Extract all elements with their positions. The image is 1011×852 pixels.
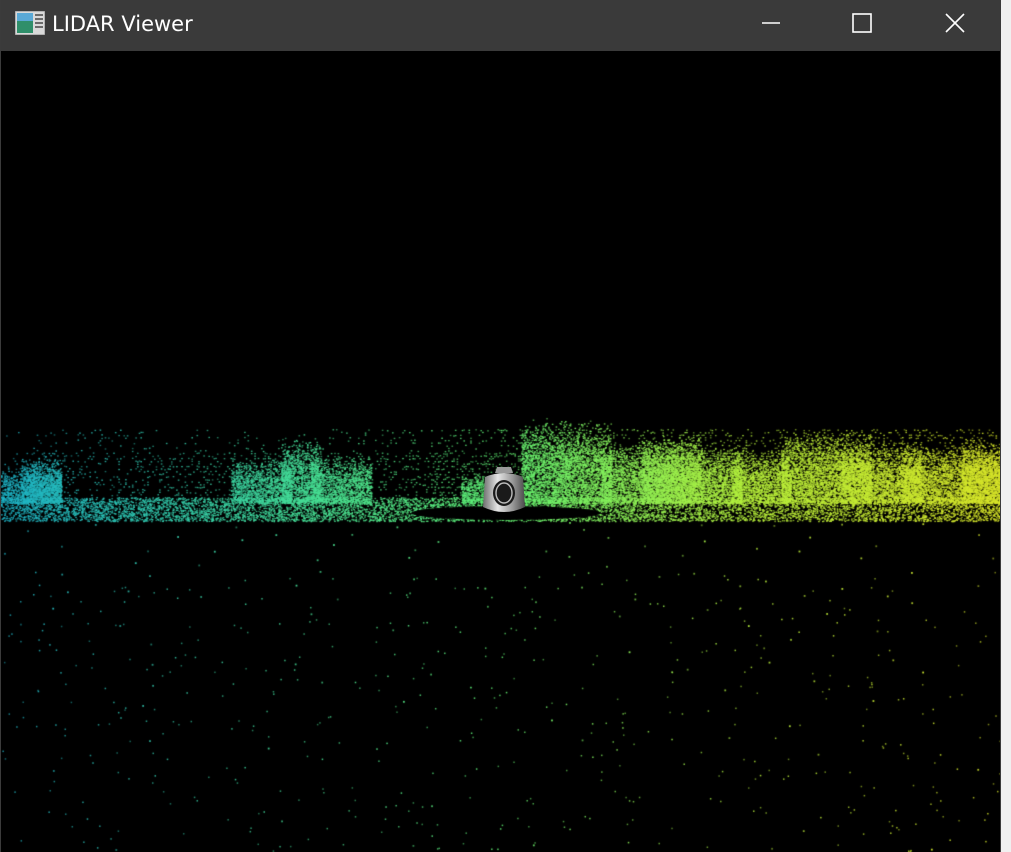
app-icon — [15, 11, 45, 35]
window-title: LIDAR Viewer — [52, 12, 193, 36]
close-icon — [945, 13, 965, 33]
maximize-icon — [852, 13, 872, 33]
lidar-viewer-window: LIDAR Viewer — [0, 0, 1002, 852]
title-bar[interactable]: LIDAR Viewer — [1, 0, 1002, 51]
point-cloud-viewport[interactable] — [1, 51, 1000, 852]
minimize-icon — [762, 22, 780, 24]
point-cloud-canvas[interactable] — [1, 51, 1000, 852]
maximize-button[interactable] — [839, 0, 885, 46]
close-button[interactable] — [932, 0, 978, 46]
lidar-sensor-icon — [483, 467, 525, 512]
minimize-button[interactable] — [748, 0, 794, 46]
desktop-background — [1001, 0, 1011, 852]
